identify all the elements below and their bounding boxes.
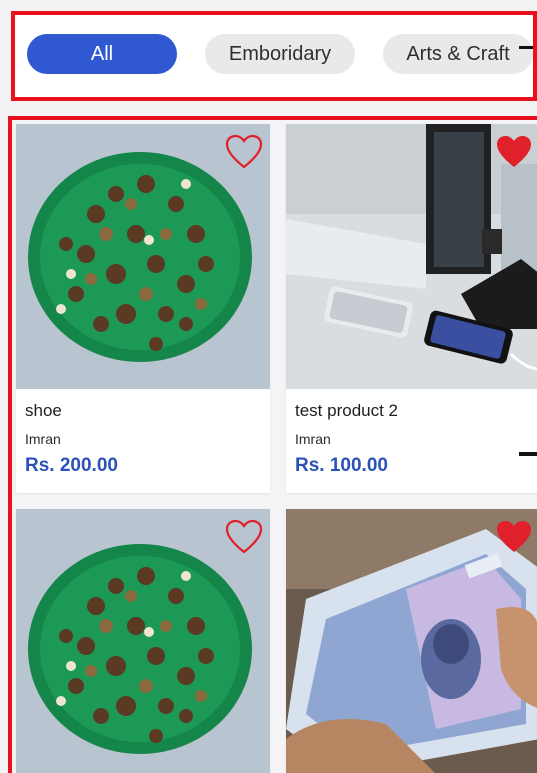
product-image[interactable]: [286, 124, 537, 389]
product-card[interactable]: shoe Imran Rs. 200.00: [16, 124, 270, 493]
scroll-indicator: [519, 46, 533, 49]
product-image[interactable]: [16, 124, 270, 389]
product-price: Rs. 200.00: [25, 455, 118, 476]
product-info: shoe Imran Rs. 200.00: [16, 389, 270, 493]
category-chip-all[interactable]: All: [27, 34, 177, 74]
favorite-heart-icon[interactable]: [494, 519, 534, 555]
product-image[interactable]: [16, 509, 270, 773]
product-card[interactable]: [16, 509, 270, 773]
product-card[interactable]: [286, 509, 537, 773]
product-grid: shoe Imran Rs. 200.00 test product 2 Imr…: [8, 116, 537, 773]
category-filter-bar: All Emboridary Arts & Craft: [11, 11, 537, 101]
product-card[interactable]: test product 2 Imran Rs. 100.00: [286, 124, 537, 493]
product-seller: Imran: [25, 431, 61, 447]
product-title: shoe: [25, 401, 62, 420]
product-seller: Imran: [295, 431, 331, 447]
category-chip-arts-craft[interactable]: Arts & Craft: [383, 34, 533, 74]
product-info: test product 2 Imran Rs. 100.00: [286, 389, 537, 493]
favorite-heart-icon[interactable]: [224, 134, 264, 170]
product-image[interactable]: [286, 509, 537, 773]
scroll-indicator: [519, 452, 537, 456]
favorite-heart-icon[interactable]: [224, 519, 264, 555]
product-title: test product 2: [295, 401, 399, 420]
product-price: Rs. 100.00: [295, 455, 388, 476]
favorite-heart-icon[interactable]: [494, 134, 534, 170]
category-chip-emboridary[interactable]: Emboridary: [205, 34, 355, 74]
